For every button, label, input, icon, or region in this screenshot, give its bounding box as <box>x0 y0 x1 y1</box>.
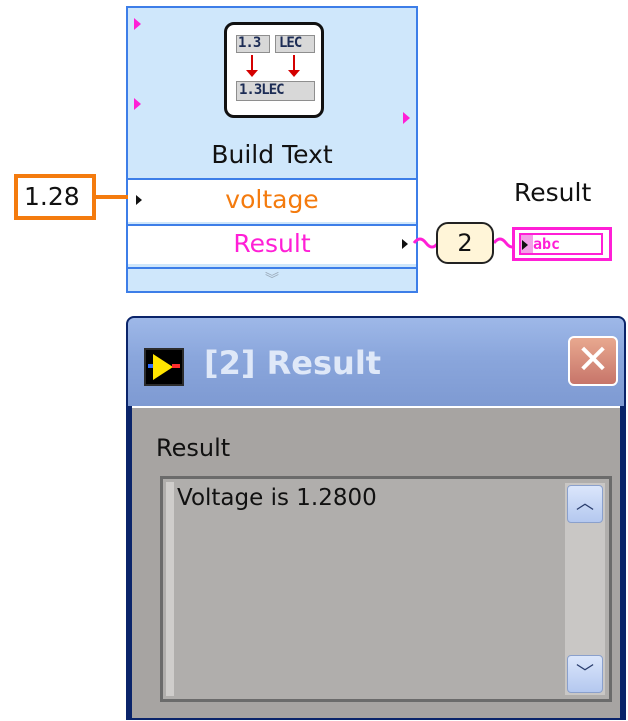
output-arrow-icon <box>402 239 408 249</box>
window-client-area: Result Voltage is 1.2800 ︿ ﹀ <box>132 406 620 718</box>
indicator-label: Result <box>514 178 592 207</box>
result-control-label: Result <box>156 434 231 462</box>
terminal-arrow-icon <box>134 98 141 110</box>
chevron-double-down-icon: ︾ <box>265 272 279 288</box>
voltage-input-terminal[interactable]: voltage <box>128 178 416 222</box>
build-text-icon: 1.3 LEC 1.3LEC <box>224 22 324 118</box>
icon-caption-bottom: 1.3LEC <box>239 82 285 98</box>
indicator-type-label: abc <box>533 235 561 253</box>
result-text-value: Voltage is 1.2800 <box>177 485 377 511</box>
input-arrow-icon <box>522 240 528 250</box>
express-vi-title: Build Text <box>211 140 333 169</box>
result-output-terminal[interactable]: Result <box>128 224 416 264</box>
voltage-constant-value: 1.28 <box>24 182 80 211</box>
scroll-down-icon: ﹀ <box>576 663 594 684</box>
terminal-arrow-icon <box>403 112 410 124</box>
scroll-down-button[interactable]: ﹀ <box>567 655 603 693</box>
vi-probe-icon <box>144 348 184 386</box>
window-title: [2] Result <box>204 344 382 382</box>
numeric-wire[interactable] <box>96 195 128 199</box>
result-terminal-label: Result <box>233 229 311 258</box>
scroll-up-icon: ︿ <box>576 493 594 514</box>
scroll-up-button[interactable]: ︿ <box>567 485 603 523</box>
input-arrow-icon <box>136 195 142 205</box>
voltage-constant[interactable]: 1.28 <box>14 174 96 220</box>
string-indicator-terminal: abc <box>519 233 603 255</box>
icon-caption-top-left: 1.3 <box>238 35 261 51</box>
vertical-scrollbar[interactable]: ︿ ﹀ <box>565 483 605 695</box>
icon-caption-top-right: LEC <box>279 35 302 51</box>
build-text-express-vi[interactable]: 1.3 LEC 1.3LEC Build Text voltage Result… <box>126 6 418 293</box>
voltage-terminal-label: voltage <box>225 185 319 214</box>
expand-node-handle[interactable]: ︾ <box>128 267 416 291</box>
close-button[interactable]: ✕ <box>568 336 618 386</box>
result-text-display[interactable]: Voltage is 1.2800 ︿ ﹀ <box>160 476 612 702</box>
result-string-indicator[interactable]: abc <box>512 227 612 261</box>
terminal-arrow-icon <box>134 18 141 30</box>
close-icon: ✕ <box>576 337 610 383</box>
probe-marker[interactable]: 2 <box>436 222 494 264</box>
probe-number: 2 <box>457 229 473 257</box>
probe-window: [2] Result ✕ Result Voltage is 1.2800 ︿ … <box>126 316 626 720</box>
window-titlebar[interactable]: [2] Result ✕ <box>128 318 624 406</box>
